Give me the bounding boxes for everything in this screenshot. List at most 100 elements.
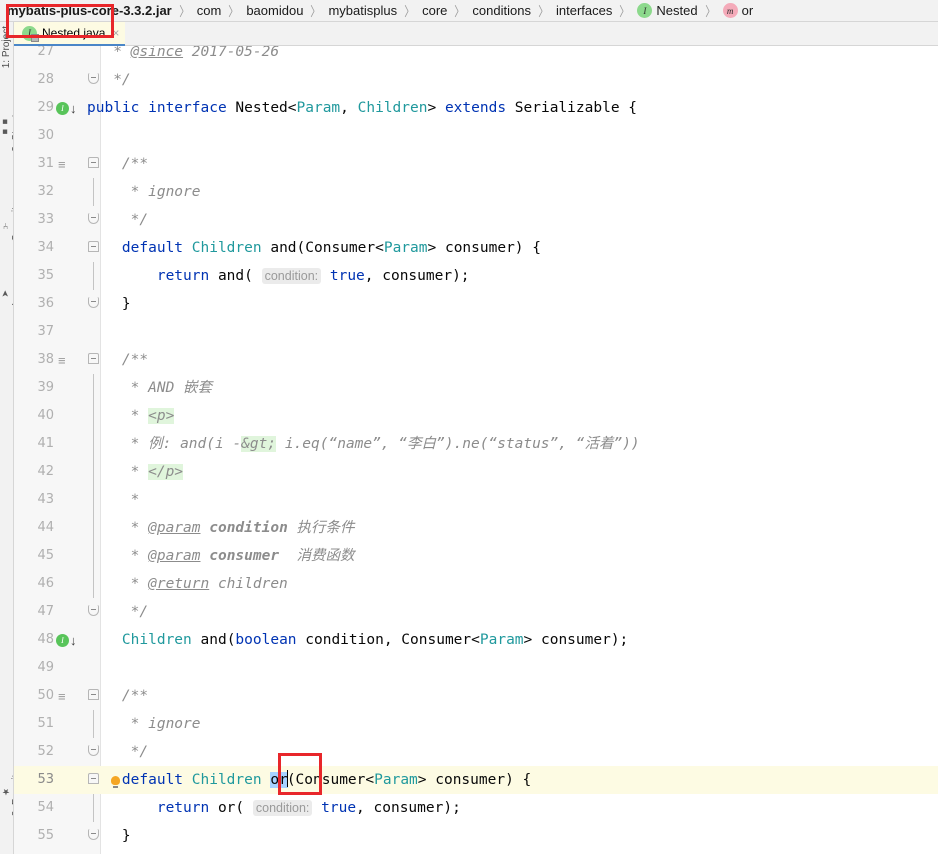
code-line[interactable]: 52 */ <box>14 738 938 766</box>
breadcrumb-separator: 〉 <box>228 4 240 19</box>
code-line[interactable]: 38 ≡ /** <box>14 346 938 374</box>
implemented-by-icon[interactable]: I ↓ <box>56 626 86 654</box>
sidebar-item-project[interactable]: 1: Project <box>0 26 13 69</box>
code-line[interactable]: 40 * <p> <box>14 402 938 430</box>
line-number: 45 <box>37 548 54 563</box>
line-number: 50 <box>37 688 54 703</box>
line-number: 43 <box>37 492 54 507</box>
code-line[interactable]: 45 * @param consumer 消费函数 <box>14 542 938 570</box>
line-number: 42 <box>37 464 54 479</box>
breadcrumb-separator: 〉 <box>454 4 466 19</box>
javadoc-icon[interactable]: ≡ <box>58 150 78 178</box>
code-line[interactable]: 49 <box>14 654 938 682</box>
sidebar-item-favorites[interactable]: ★ 2: Favorites <box>0 764 13 816</box>
line-number: 30 <box>37 128 54 143</box>
line-number: 47 <box>37 604 54 619</box>
code-line[interactable]: 43 * <box>14 486 938 514</box>
close-icon[interactable]: × <box>112 27 119 39</box>
breadcrumb: mybatis-plus-core-3.3.2.jar 〉 com 〉 baom… <box>0 0 938 22</box>
line-number: 36 <box>37 296 54 311</box>
code-line[interactable]: 51 * ignore <box>14 710 938 738</box>
line-number: 34 <box>37 240 54 255</box>
code-line[interactable]: 27 * @since 2017-05-26 <box>14 46 938 66</box>
code-line-active[interactable]: 53 default Children or(Consumer<Param> c… <box>14 766 938 794</box>
code-line[interactable]: 33 */ <box>14 206 938 234</box>
breadcrumb-com-label: com <box>196 3 222 18</box>
code-line[interactable]: 46 * @return children <box>14 570 938 598</box>
javadoc-icon[interactable]: ≡ <box>58 682 78 710</box>
learn-icon: ➤ <box>0 290 10 298</box>
code-line[interactable]: 50 ≡ /** <box>14 682 938 710</box>
breadcrumb-item-nested[interactable]: I Nested <box>636 3 698 18</box>
breadcrumb-conditions-label: conditions <box>472 3 531 18</box>
line-number: 44 <box>37 520 54 535</box>
sidebar-item-structure[interactable]: ■■ 2: Structure <box>0 100 13 152</box>
interface-icon: I <box>637 3 653 18</box>
breadcrumb-separator: 〉 <box>538 4 549 19</box>
code-line[interactable]: 36 } <box>14 290 938 318</box>
breadcrumb-item-or[interactable]: m or <box>722 3 755 18</box>
line-number: 31 <box>37 156 54 171</box>
code-line[interactable]: 55 } <box>14 822 938 850</box>
breadcrumb-mybatisplus-label: mybatisplus <box>328 3 398 18</box>
javadoc-icon[interactable]: ≡ <box>58 346 78 374</box>
breadcrumb-item-core[interactable]: core <box>421 3 448 18</box>
breadcrumb-item-conditions[interactable]: conditions <box>471 3 532 18</box>
breadcrumb-separator: 〉 <box>404 4 415 19</box>
code-line[interactable]: 35 return and( condition: true, consumer… <box>14 262 938 290</box>
code-line[interactable]: 42 * </p> <box>14 458 938 486</box>
line-number: 40 <box>37 408 54 423</box>
tool-window-stripe-left: 1: Project ■■ 2: Structure ⑂ Commit ➤ Le… <box>0 22 14 854</box>
line-number: 29 <box>37 100 54 115</box>
code-line[interactable]: 32 * ignore <box>14 178 938 206</box>
code-line[interactable]: 47 */ <box>14 598 938 626</box>
structure-icon: ■■ <box>0 116 10 137</box>
breadcrumb-core-label: core <box>422 3 448 18</box>
line-number: 51 <box>37 716 54 731</box>
code-line[interactable]: 41 * 例: and(i -&gt; i.eq(“name”, “李白”).n… <box>14 430 938 458</box>
line-number: 37 <box>37 324 54 339</box>
breadcrumb-item-interfaces[interactable]: interfaces <box>555 3 613 18</box>
line-number: 38 <box>37 352 54 367</box>
tab-nested-java[interactable]: I Nested.java × <box>14 22 126 46</box>
line-number: 53 <box>37 772 54 787</box>
sidebar-item-project-label: 1: Project <box>1 26 12 69</box>
code-line[interactable]: 31 ≡ /** <box>14 150 938 178</box>
line-number: 32 <box>37 184 54 199</box>
line-number: 41 <box>37 436 54 451</box>
breadcrumb-separator: 〉 <box>179 4 190 19</box>
line-number: 49 <box>37 660 54 675</box>
tab-label: Nested.java <box>42 26 106 40</box>
code-line[interactable]: 28 */ <box>14 66 938 94</box>
code-line[interactable]: 34 default Children and(Consumer<Param> … <box>14 234 938 262</box>
line-number: 27 <box>37 46 54 59</box>
code-line[interactable]: 39 * AND 嵌套 <box>14 374 938 402</box>
code-line[interactable]: 54 return or( condition: true, consumer)… <box>14 794 938 822</box>
code-line[interactable]: 30 <box>14 122 938 150</box>
breadcrumb-item-baomidou[interactable]: baomidou <box>245 3 304 18</box>
code-line[interactable]: 44 * @param condition 执行条件 <box>14 514 938 542</box>
breadcrumb-separator: 〉 <box>704 4 716 19</box>
breadcrumb-baomidou-label: baomidou <box>246 3 304 18</box>
code-line[interactable]: 29 I ↓ public interface Nested<Param, Chi… <box>14 94 938 122</box>
implemented-by-icon[interactable]: I ↓ <box>56 94 86 122</box>
line-number: 28 <box>37 72 54 87</box>
line-number: 55 <box>37 828 54 843</box>
code-editor[interactable]: 27 * @since 2017-05-26 28 */ 29 I ↓ publi… <box>14 46 938 854</box>
sidebar-item-commit[interactable]: ⑂ Commit <box>0 207 13 241</box>
parameter-hint: condition: <box>261 268 322 284</box>
sidebar-item-learn[interactable]: ➤ Learn <box>0 280 13 306</box>
breadcrumb-item-mybatisplus[interactable]: mybatisplus <box>327 3 398 18</box>
breadcrumb-item-com[interactable]: com <box>196 3 223 18</box>
editor-tab-strip: I Nested.java × <box>14 22 938 46</box>
selected-token[interactable]: or <box>270 772 288 788</box>
breadcrumb-item-jar[interactable]: mybatis-plus-core-3.3.2.jar <box>6 3 173 18</box>
line-number: 39 <box>37 380 54 395</box>
code-line[interactable]: 48 I ↓ Children and(boolean condition, Co… <box>14 626 938 654</box>
code-line[interactable]: 37 <box>14 318 938 346</box>
breadcrumb-interfaces-label: interfaces <box>555 3 613 18</box>
java-interface-icon: I <box>22 25 39 42</box>
breadcrumb-nested-label: Nested <box>656 3 698 18</box>
breadcrumb-separator: 〉 <box>619 4 631 19</box>
favorites-icon: ★ <box>0 786 10 797</box>
